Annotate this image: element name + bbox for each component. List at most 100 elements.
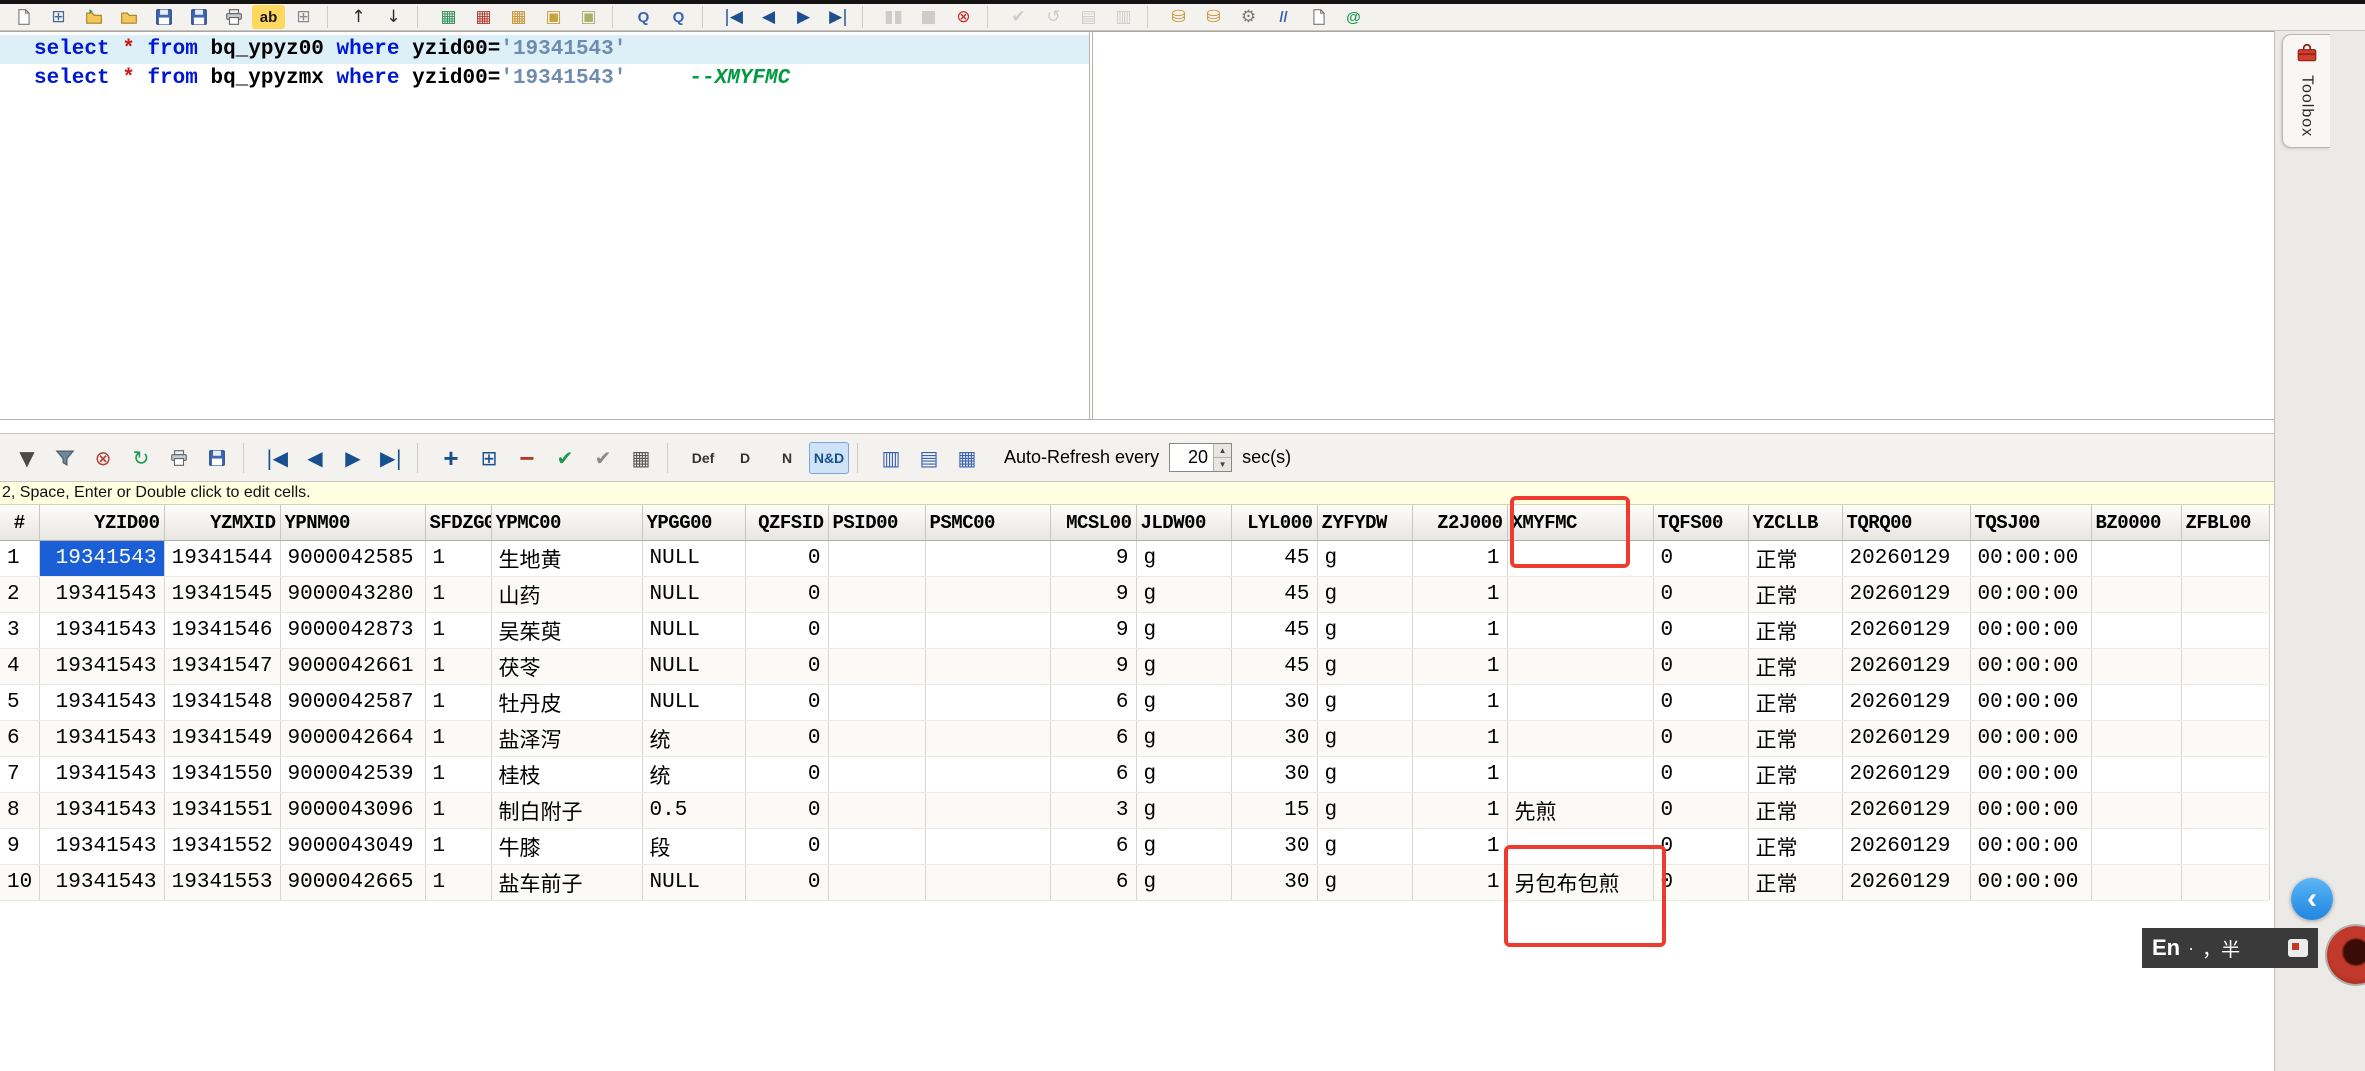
grid-cell[interactable]: 20260129 [1842,864,1971,901]
grid-cell[interactable]: 1 [1412,792,1508,829]
window-grid-icon[interactable]: ⊞ [287,5,320,29]
sort-n-icon[interactable]: N [767,442,807,474]
grid-cell[interactable]: 19341546 [164,612,281,649]
grid-cell[interactable]: 正常 [1748,792,1843,829]
grid-cell[interactable]: 20260129 [1842,792,1971,829]
print-results-icon[interactable] [161,442,197,474]
ime-punctuation-mode[interactable]: ，半 [2202,935,2240,962]
grid-cell[interactable]: g [1136,612,1232,649]
row-number-cell[interactable]: 1 [0,540,40,577]
grid-cell[interactable]: 00:00:00 [1970,828,2092,865]
grid-cell[interactable]: 0 [1653,756,1749,793]
abort-icon[interactable]: ⊗ [947,5,980,29]
grid-cell[interactable]: NULL [642,576,746,613]
save-icon[interactable] [147,5,180,29]
grid-cell[interactable] [925,828,1051,865]
grid-cell[interactable] [925,864,1051,901]
grid-cell[interactable] [828,648,926,685]
move-down-icon[interactable]: ↓ [377,5,410,29]
grid-cell[interactable]: 19341543 [39,540,165,577]
grid-cell[interactable]: 6 [1050,756,1137,793]
column-header-qzfsid[interactable]: QZFSID [745,505,829,541]
grid-cell[interactable] [828,756,926,793]
grid-cell[interactable]: g [1136,720,1232,757]
column-header-ypnm00[interactable]: YPNM00 [280,505,426,541]
grid-cell[interactable] [828,540,926,577]
grid-cell[interactable]: 牡丹皮 [491,684,643,721]
grid-cell[interactable]: 3 [1050,792,1137,829]
grid-cell[interactable]: 1 [425,828,492,865]
grid-cell[interactable]: 9000042661 [280,648,426,685]
grid-cell[interactable]: 20260129 [1842,720,1971,757]
grid-cell[interactable]: g [1317,576,1413,613]
grid-cell[interactable] [2091,720,2182,757]
grid-cell[interactable]: 30 [1231,684,1318,721]
grid-cell[interactable]: 1 [1412,612,1508,649]
result-grid[interactable]: # YZID00 YZMXID YPNM00 SFDZGG YPMC00 YPGG00 QZF… [0,505,2274,905]
view-list-icon[interactable]: ▤ [911,442,947,474]
grid-cell[interactable]: 45 [1231,648,1318,685]
column-header-yzmxid[interactable]: YZMXID [164,505,281,541]
grid-cell[interactable]: 茯苓 [491,648,643,685]
grid-cell[interactable]: 正常 [1748,684,1843,721]
view-grid-icon[interactable]: ▥ [873,442,909,474]
column-header-yzid00[interactable]: YZID00 [39,505,165,541]
ime-language-bar[interactable]: En · ，半 [2142,928,2318,968]
grid-cell[interactable]: NULL [642,540,746,577]
append-record-icon[interactable]: ⊞ [471,442,507,474]
grid-cell[interactable]: 0 [745,648,829,685]
grid-cell[interactable] [1507,648,1654,685]
grid-cell[interactable]: g [1317,864,1413,901]
grid-cell[interactable]: 1 [1412,576,1508,613]
row-number-cell[interactable]: 4 [0,648,40,685]
grid-cell[interactable]: 9 [1050,612,1137,649]
grid-cell[interactable]: 20260129 [1842,756,1971,793]
grid-cell[interactable]: 0 [745,720,829,757]
spinner-up-button[interactable]: ▲ [1214,444,1232,458]
filter-dropdown-icon[interactable]: ▼ [9,442,45,474]
grid-cell[interactable]: 先煎 [1507,792,1654,829]
grid-cell[interactable]: 19341550 [164,756,281,793]
grid-cell[interactable]: 正常 [1748,756,1843,793]
grid-cell[interactable]: 0 [1653,612,1749,649]
row-number-cell[interactable]: 9 [0,828,40,865]
grid-cell[interactable]: 30 [1231,720,1318,757]
grid-cell[interactable] [2181,756,2270,793]
grid-cell[interactable]: g [1136,576,1232,613]
sql-editor[interactable]: select * from bq_ypyz00 where yzid00='19… [0,32,1089,419]
grid-cell[interactable]: 1 [1412,756,1508,793]
grid-cell[interactable]: g [1136,540,1232,577]
grid-cell[interactable]: 00:00:00 [1970,612,2092,649]
grid-cell[interactable]: 9 [1050,540,1137,577]
grid-cell[interactable]: NULL [642,864,746,901]
grid-cell[interactable]: g [1317,612,1413,649]
grid-cell[interactable]: 吴茱萸 [491,612,643,649]
table-data-icon[interactable]: ▦ [432,5,465,29]
grid-cell[interactable]: 生地黄 [491,540,643,577]
grid-cell[interactable]: 19341545 [164,576,281,613]
grid-cell[interactable]: 6 [1050,684,1137,721]
grid-cell[interactable]: g [1317,648,1413,685]
database-export-icon[interactable]: ⛁ [1197,5,1230,29]
grid-cell[interactable]: 19341549 [164,720,281,757]
grid-cell[interactable] [2091,864,2182,901]
find-highlight-icon[interactable]: ab [252,5,285,29]
grid-cell[interactable]: 统 [642,756,746,793]
grid-cell[interactable]: 20260129 [1842,684,1971,721]
grid-cell[interactable]: 30 [1231,864,1318,901]
record-prev-icon[interactable]: ◀ [297,442,333,474]
grid-cell[interactable]: 9 [1050,576,1137,613]
grid-cell[interactable]: NULL [642,648,746,685]
grid-cell[interactable]: 正常 [1748,720,1843,757]
grid-cell[interactable]: 0 [1653,864,1749,901]
grid-cell[interactable] [2181,828,2270,865]
grid-cell[interactable]: 9000043096 [280,792,426,829]
grid-cell[interactable]: 1 [1412,864,1508,901]
query-results-icon[interactable]: Q [662,5,695,29]
grid-cell[interactable]: 正常 [1748,648,1843,685]
grid-cell[interactable]: g [1317,540,1413,577]
fit-columns-icon[interactable]: ▦ [949,442,985,474]
grid-cell[interactable] [925,720,1051,757]
grid-cell[interactable]: 1 [425,648,492,685]
move-up-icon[interactable]: ↑ [342,5,375,29]
